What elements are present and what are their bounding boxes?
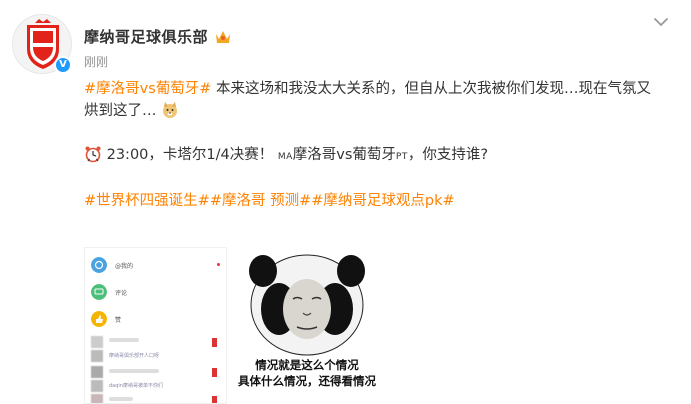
- menu-label-at: @我的: [115, 262, 134, 270]
- topic-link-prediction[interactable]: #摩洛哥 预测#: [210, 193, 311, 209]
- weibo-post: V 摩纳哥足球俱乐部 刚刚 #摩洛哥vs葡萄牙# 本来这场和我没太大关系的，但自…: [0, 0, 691, 404]
- menu-item-at: @我的: [85, 252, 226, 278]
- menu-item-comment: 评论: [85, 279, 226, 305]
- list-item-text: 摩纳哥俱乐部开人口呀: [109, 353, 160, 359]
- doge-emoji-icon: [163, 102, 178, 118]
- morocco-flag-code: MA: [277, 152, 293, 162]
- support-question-text: ，你支持谁?: [407, 147, 489, 163]
- topic-link-world-cup[interactable]: #世界杯四强诞生#: [84, 193, 210, 209]
- alarm-clock-icon: [85, 146, 101, 163]
- menu-label-like: 赞: [115, 316, 122, 324]
- list-item: [91, 394, 221, 403]
- blurred-avatar: [91, 380, 103, 392]
- red-label: [212, 368, 217, 377]
- post-text-line1: 本来这场和我没太大关系的，但自从上次我被你们发现…现在气氛又: [211, 81, 652, 97]
- meme-caption-line2: 具体什么情况，还得看情况: [238, 374, 376, 388]
- menu-label-comment: 评论: [115, 289, 128, 297]
- user-name[interactable]: 摩纳哥足球俱乐部: [84, 26, 208, 47]
- comment-icon: [91, 284, 107, 300]
- red-label: [212, 338, 217, 347]
- post-text-line2: 烘到这了…: [84, 103, 157, 119]
- blurred-avatar: [91, 394, 103, 403]
- crown-badge-icon: [216, 30, 231, 43]
- chevron-down-icon[interactable]: [651, 12, 671, 32]
- red-label: [212, 396, 217, 403]
- list-item-text: daqin摩纳哥被单不你们: [109, 383, 163, 389]
- panda-face-icon: [249, 254, 365, 356]
- like-icon: [91, 311, 107, 327]
- meme-caption-line1: 情况就是这么个情况: [255, 358, 359, 372]
- match-teams-text: 摩洛哥vs葡萄牙: [292, 147, 396, 163]
- verified-badge-icon: V: [54, 56, 72, 74]
- post-image-panda-meme[interactable]: 情况就是这么个情况 具体什么情况，还得看情况: [233, 247, 381, 404]
- topic-link-match[interactable]: #摩洛哥vs葡萄牙#: [84, 81, 211, 97]
- portugal-flag-code: PT: [395, 152, 408, 162]
- blurred-avatar: [91, 350, 103, 362]
- menu-item-like: 赞: [85, 306, 226, 332]
- blurred-avatar: [91, 366, 103, 378]
- post-image-screenshot[interactable]: @我的 评论 赞 摩纳哥俱乐部开人口呀 daqin摩纳哥被单不你们: [84, 247, 227, 404]
- post-time[interactable]: 刚刚: [84, 53, 108, 70]
- topic-link-pk[interactable]: #摩纳哥足球观点pk#: [311, 193, 454, 209]
- post-content: #摩洛哥vs葡萄牙# 本来这场和我没太大关系的，但自从上次我被你们发现…现在气氛…: [84, 78, 680, 212]
- match-time-text: 23:00，卡塔尔1/4决赛！: [106, 147, 274, 163]
- unread-dot: [217, 263, 220, 266]
- at-icon: [91, 257, 107, 273]
- blurred-avatar: [91, 336, 103, 348]
